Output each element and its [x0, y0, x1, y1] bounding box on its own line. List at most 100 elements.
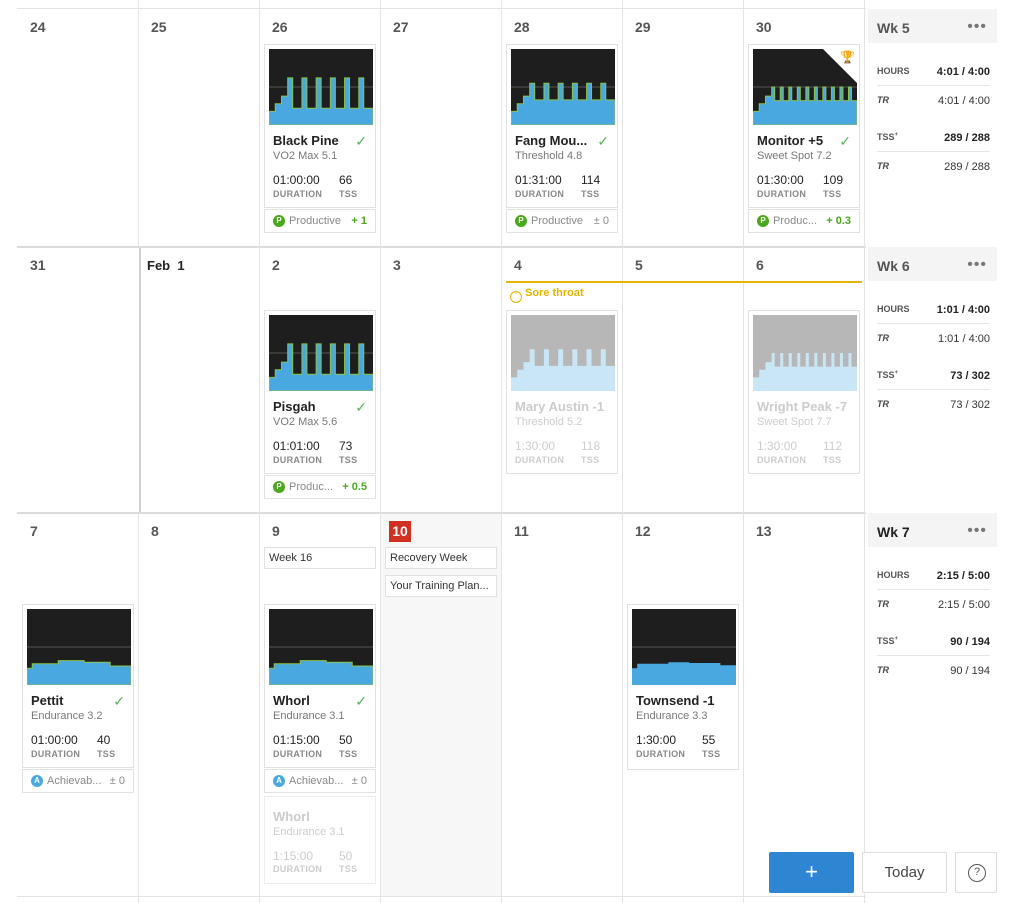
workout-tss: 50	[339, 849, 353, 863]
week-summary: Wk 5 ••• HOURS 4:01 / 4:00 TR 4:01 / 4:00 …	[868, 9, 997, 246]
workout-type: Endurance 3.3	[636, 710, 708, 722]
week-tss-planned: 289 / 288	[944, 161, 990, 173]
progression-badge[interactable]: P Productive + 1	[264, 209, 376, 233]
progression-label: Produc...	[289, 481, 334, 493]
more-icon[interactable]: •••	[967, 522, 987, 540]
check-icon: ✓	[355, 399, 367, 415]
divider	[877, 323, 990, 324]
progression-badge[interactable]: P Produc... + 0.3	[748, 209, 860, 233]
workout-duration: 1:30:00	[757, 439, 798, 453]
day-number: 5	[635, 257, 643, 273]
duration-label: DURATION	[515, 189, 565, 199]
progression-delta: + 0.5	[342, 481, 367, 493]
week-header: Wk 7 •••	[868, 513, 997, 547]
tss-label: TSS	[823, 455, 842, 465]
tss-label: TSS	[702, 749, 721, 759]
week-hours-planned: 1:01 / 4:00	[938, 333, 990, 345]
tss-label: TSS	[339, 864, 358, 874]
workout-tss: 109	[823, 173, 844, 187]
add-button[interactable]: +	[769, 852, 854, 893]
workout-card[interactable]: Wright Peak -7 Sweet Spot 7.7 1:30:00 11…	[748, 310, 860, 474]
more-icon[interactable]: •••	[967, 18, 987, 36]
day-number: 2	[272, 257, 280, 273]
col-divider	[259, 0, 260, 903]
progression-delta: + 1	[351, 215, 367, 227]
today-button[interactable]: Today	[862, 852, 947, 893]
power-area	[753, 353, 857, 391]
duration-label: DURATION	[757, 189, 807, 199]
workout-duration: 01:31:00	[515, 173, 562, 187]
calendar: 24 25 26 27 28 29 30 31 Feb 1 2 3 4 5 6 …	[0, 0, 1018, 903]
workout-card[interactable]: Pisgah ✓ VO2 Max 5.6 01:01:00 73 DURATIO…	[264, 310, 376, 499]
duration-label: DURATION	[273, 455, 323, 465]
workout-card[interactable]: Whorl ✓ Endurance 3.1 01:15:00 50 DURATI…	[264, 604, 376, 793]
illness-label[interactable]: ˘ Sore throat	[510, 287, 584, 303]
day-number: 27	[393, 19, 409, 35]
day-number: 25	[151, 19, 167, 35]
progression-badge[interactable]: A Achievab... ± 0	[264, 769, 376, 793]
power-profile	[511, 349, 615, 391]
workout-type: Sweet Spot 7.2	[757, 150, 832, 162]
duration-label: DURATION	[757, 455, 807, 465]
workout-card[interactable]: Fang Mou... ✓ Threshold 4.8 01:31:00 114…	[506, 44, 618, 233]
workout-card[interactable]: Pettit ✓ Endurance 3.2 01:00:00 40 DURAT…	[22, 604, 134, 793]
power-profile	[269, 77, 373, 125]
workout-card[interactable]: Townsend -1 Endurance 3.3 1:30:00 55 DUR…	[627, 604, 739, 770]
workout-tss: 114	[581, 173, 601, 187]
duration-label: DURATION	[273, 864, 323, 874]
achievable-icon: A	[273, 775, 285, 787]
help-button[interactable]: ?	[955, 852, 997, 893]
workout-card[interactable]: Whorl Endurance 3.1 1:15:00 50 DURATION …	[264, 796, 376, 884]
check-icon: ✓	[355, 693, 367, 709]
week-hours-planned: 4:01 / 4:00	[938, 95, 990, 107]
week-hours: 1:01 / 4:00	[936, 304, 990, 316]
more-icon[interactable]: •••	[967, 256, 987, 274]
progression-badge[interactable]: P Productive ± 0	[506, 209, 618, 233]
workout-name: Whorl	[273, 693, 310, 708]
duration-label: DURATION	[273, 749, 323, 759]
workout-card[interactable]: 🏆 Monitor +5 ✓ Sweet Spot 7.2 01:30:00 1…	[748, 44, 860, 233]
day-number: 11	[514, 523, 529, 539]
note-training-plan[interactable]: Your Training Plan...	[385, 575, 497, 597]
workout-duration: 01:15:00	[273, 733, 320, 747]
productive-icon: P	[273, 481, 285, 493]
power-area	[753, 86, 857, 125]
workout-card[interactable]: Black Pine ✓ VO2 Max 5.1 01:00:00 66 DUR…	[264, 44, 376, 233]
workout-profile-chart	[511, 315, 615, 391]
progression-badge[interactable]: P Produc... + 0.5	[264, 475, 376, 499]
hours-label: HOURS	[877, 570, 910, 580]
row-divider	[17, 246, 866, 248]
day-number: 24	[30, 19, 46, 35]
workout-profile-chart	[269, 49, 373, 125]
workout-card[interactable]: Mary Austin -1 Threshold 5.2 1:30:00 118…	[506, 310, 618, 474]
today-column	[381, 513, 501, 897]
workout-name: Pisgah	[273, 399, 316, 414]
power-profile	[511, 82, 615, 125]
progression-badge[interactable]: A Achievab... ± 0	[22, 769, 134, 793]
col-divider	[501, 0, 502, 903]
workout-tss: 66	[339, 173, 353, 187]
week-tss-planned: 90 / 194	[950, 665, 990, 677]
workout-profile-chart	[27, 609, 131, 685]
workout-duration: 1:30:00	[636, 733, 677, 747]
workout-duration: 01:01:00	[273, 439, 320, 453]
workout-profile-chart	[753, 315, 857, 391]
col-divider	[622, 0, 623, 903]
workout-type: Endurance 3.1	[273, 826, 345, 838]
note-recovery-week[interactable]: Recovery Week	[385, 547, 497, 569]
power-area	[632, 662, 736, 685]
note-week[interactable]: Week 16	[264, 547, 376, 569]
workout-tss: 40	[97, 733, 111, 747]
trainerroad-icon: TR	[877, 599, 889, 609]
week-title: Wk 5	[877, 20, 910, 36]
workout-name: Whorl	[273, 809, 310, 824]
week-tss: 90 / 194	[950, 636, 990, 648]
tss-label: TSS+	[877, 636, 899, 646]
workout-type: Endurance 3.1	[273, 710, 345, 722]
day-number: 28	[514, 19, 530, 35]
day-number: 26	[272, 19, 288, 35]
day-number: 12	[635, 523, 651, 539]
help-icon: ?	[968, 864, 986, 882]
workout-type: Threshold 5.2	[515, 416, 583, 428]
workout-duration: 01:00:00	[273, 173, 320, 187]
